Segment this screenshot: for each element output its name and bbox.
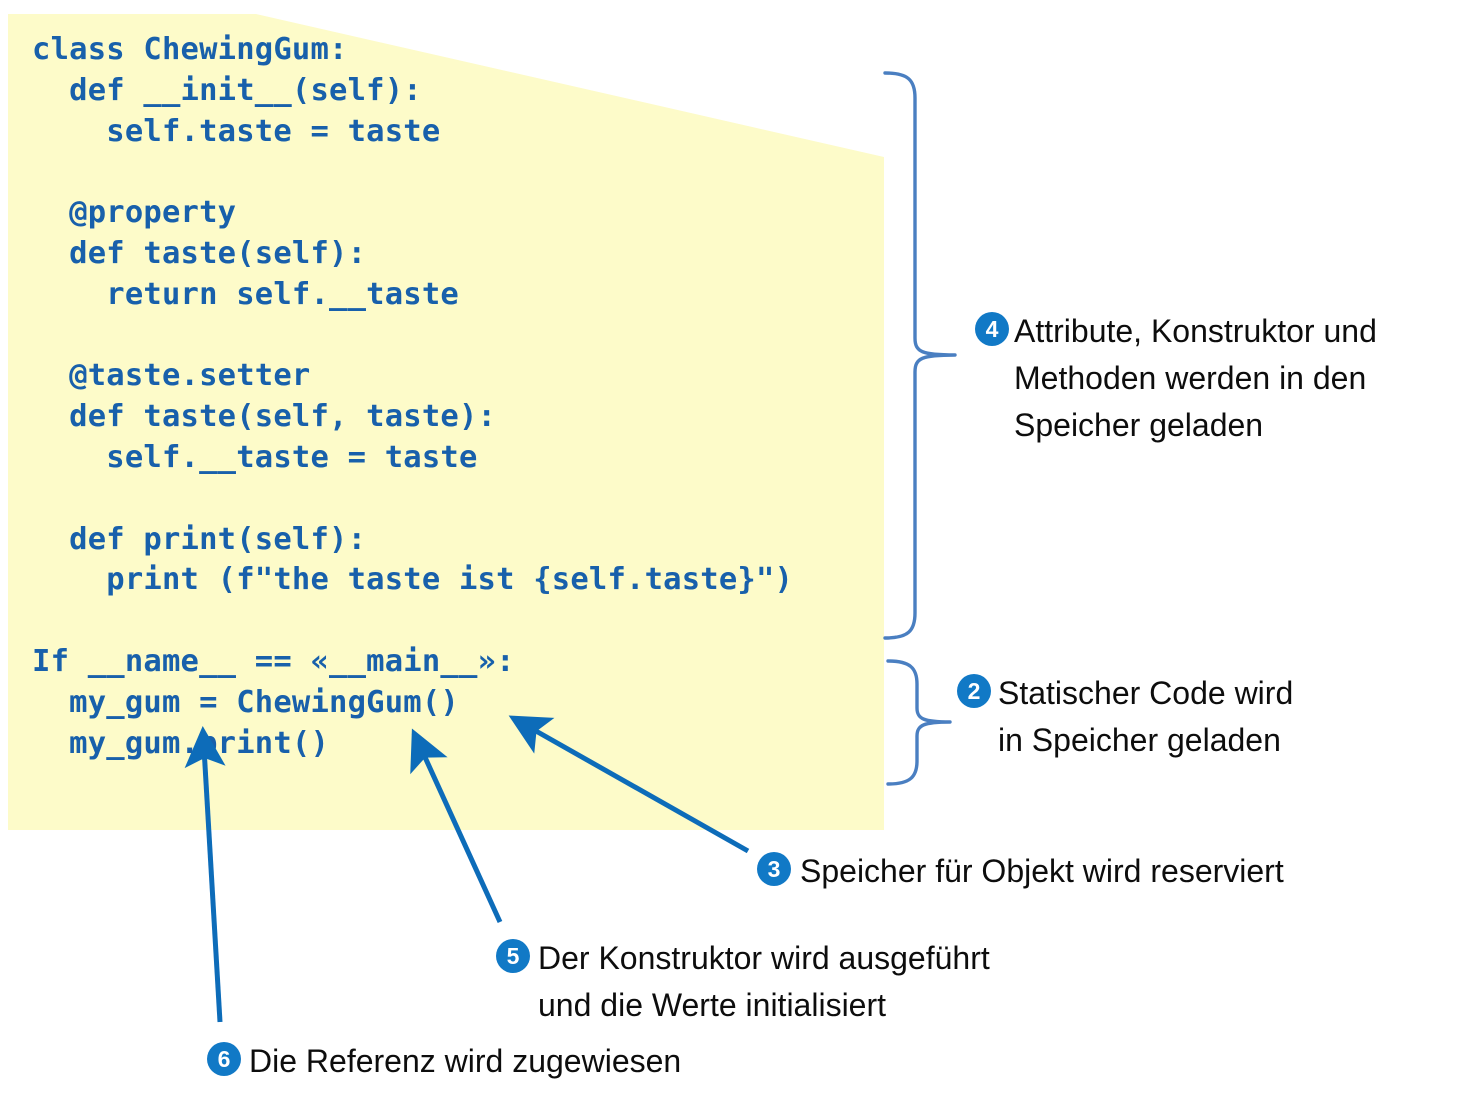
annotation-5-text: Der Konstruktor wird ausgeführt und die …	[538, 940, 990, 1023]
annotation-3: 3 Speicher für Objekt wird reserviert	[757, 848, 1377, 895]
annotation-2-text: Statischer Code wird in Speicher geladen	[998, 675, 1294, 758]
annotation-5: 5 Der Konstruktor wird ausgeführt und di…	[496, 935, 1076, 1029]
step-badge-4: 4	[975, 312, 1009, 346]
brace-2	[886, 659, 952, 786]
annotation-3-text: Speicher für Objekt wird reserviert	[800, 853, 1284, 889]
step-badge-6: 6	[207, 1042, 241, 1076]
code-note: class ChewingGum: def __init__(self): se…	[8, 14, 884, 830]
step-badge-5: 5	[496, 939, 530, 973]
step-badge-3: 3	[757, 852, 791, 886]
annotation-2: 2 Statischer Code wird in Speicher gelad…	[957, 670, 1357, 764]
diagram-canvas: class ChewingGum: def __init__(self): se…	[0, 0, 1468, 1102]
annotation-6: 6 Die Referenz wird zugewiesen	[207, 1038, 767, 1085]
step-badge-2: 2	[957, 674, 991, 708]
annotation-4: 4 Attribute, Konstruktor und Methoden we…	[975, 308, 1445, 449]
annotation-4-text: Attribute, Konstruktor und Methoden werd…	[1014, 313, 1377, 443]
annotation-6-text: Die Referenz wird zugewiesen	[249, 1043, 682, 1079]
python-code-block: class ChewingGum: def __init__(self): se…	[32, 32, 794, 761]
brace-4	[883, 71, 957, 640]
